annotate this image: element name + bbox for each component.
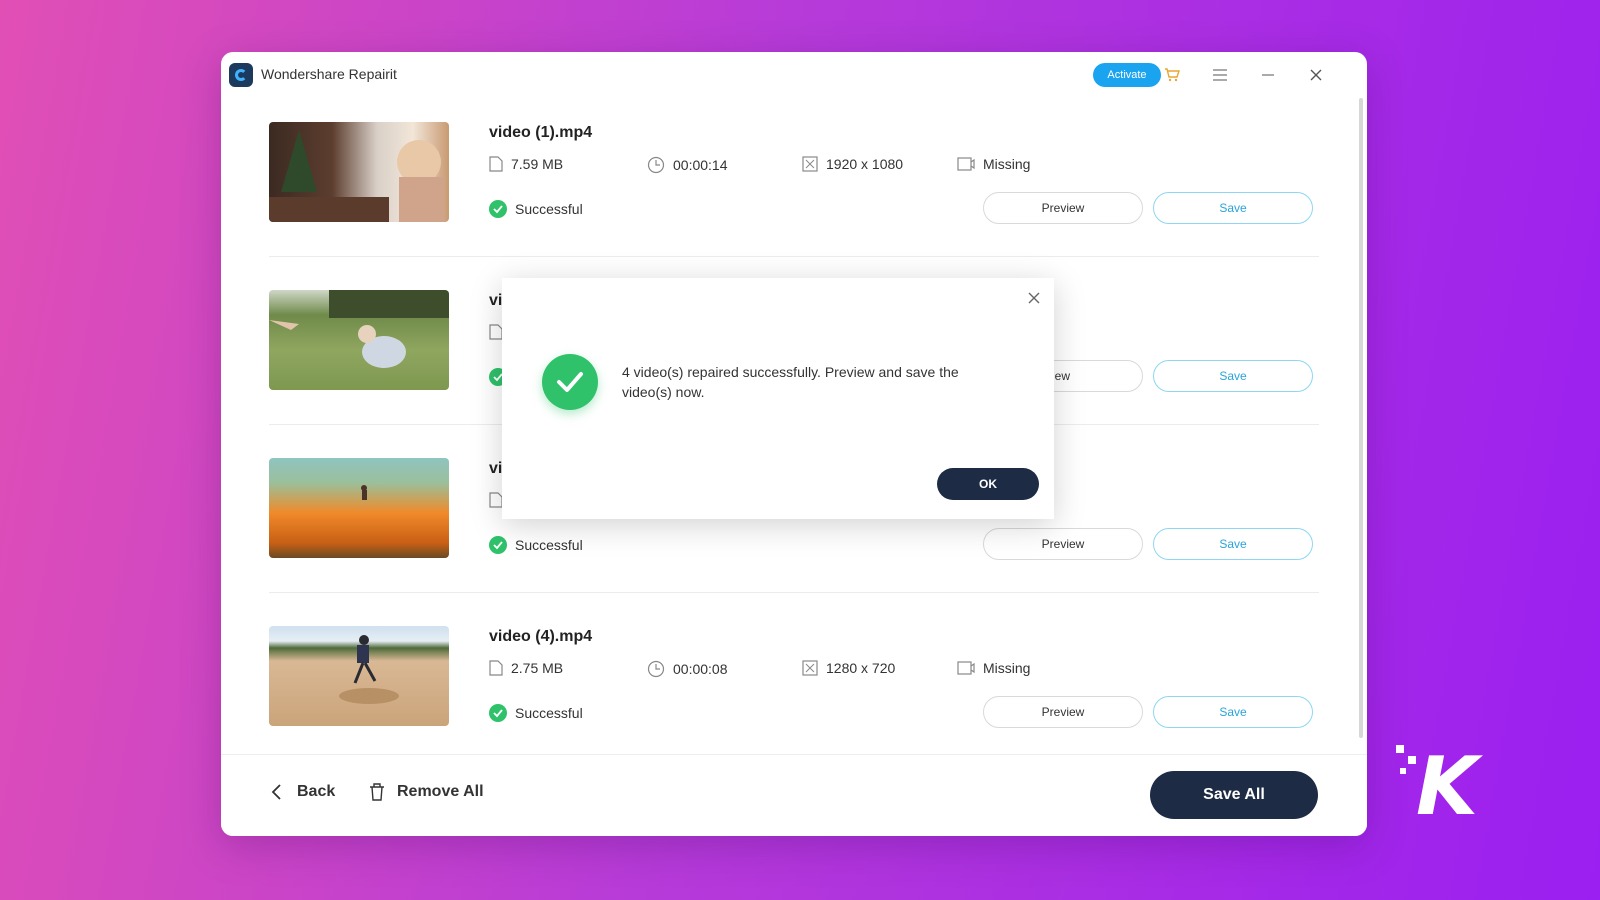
file-icon — [489, 492, 503, 508]
clock-icon — [647, 660, 665, 678]
resolution-icon — [802, 156, 818, 172]
file-icon — [489, 324, 503, 340]
video-thumbnail — [269, 122, 449, 222]
resolution: 1920 x 1080 — [802, 156, 903, 172]
file-size: 2.75 MB — [489, 660, 563, 676]
remove-all-button[interactable]: Remove All — [369, 783, 484, 801]
resolution: 1280 x 720 — [802, 660, 895, 676]
check-circle-icon — [489, 704, 507, 722]
menu-icon[interactable] — [1209, 64, 1231, 86]
bottom-bar: Back Remove All Save All — [221, 754, 1367, 836]
check-circle-icon — [489, 200, 507, 218]
preview-button[interactable]: Preview — [983, 696, 1143, 728]
save-button[interactable]: Save — [1153, 528, 1313, 560]
activate-button[interactable]: Activate — [1093, 63, 1161, 87]
audio-status: Missing — [957, 156, 1030, 172]
audio-icon — [957, 157, 975, 171]
file-name: vi — [489, 292, 503, 309]
repair-status: Successful — [489, 200, 583, 218]
clock-icon — [647, 156, 665, 174]
cart-icon[interactable] — [1161, 64, 1183, 86]
preview-button[interactable]: Preview — [983, 528, 1143, 560]
success-check-icon — [542, 354, 598, 410]
save-button[interactable]: Save — [1153, 360, 1313, 392]
minimize-icon[interactable] — [1257, 64, 1279, 86]
file-size: 7.59 MB — [489, 156, 563, 172]
audio-status: Missing — [957, 660, 1030, 676]
video-row: video (1).mp4 7.59 MB 00:00:14 1920 x 10… — [269, 122, 1319, 290]
ok-button[interactable]: OK — [937, 468, 1039, 500]
save-button[interactable]: Save — [1153, 192, 1313, 224]
chevron-left-icon — [271, 784, 281, 800]
save-button[interactable]: Save — [1153, 696, 1313, 728]
watermark-logo: K — [1396, 740, 1496, 833]
back-button[interactable]: Back — [271, 783, 335, 801]
title-bar: Wondershare Repairit Activate — [221, 52, 1367, 98]
video-thumbnail — [269, 290, 449, 390]
row-divider — [269, 256, 1319, 257]
repair-status: Successful — [489, 536, 583, 554]
row-divider — [269, 592, 1319, 593]
file-name: vi — [489, 460, 503, 477]
check-circle-icon — [489, 536, 507, 554]
save-all-button[interactable]: Save All — [1150, 771, 1318, 819]
video-thumbnail — [269, 458, 449, 558]
app-logo-icon — [229, 63, 253, 87]
close-window-icon[interactable] — [1305, 64, 1327, 86]
success-dialog: 4 video(s) repaired successfully. Previe… — [502, 278, 1054, 519]
file-icon — [489, 660, 503, 676]
trash-icon — [370, 783, 384, 801]
dialog-message: 4 video(s) repaired successfully. Previe… — [622, 364, 959, 400]
scrollbar[interactable] — [1359, 98, 1363, 738]
file-name: video (4).mp4 — [489, 628, 593, 645]
video-thumbnail — [269, 626, 449, 726]
duration: 00:00:08 — [647, 660, 728, 678]
app-window: Wondershare Repairit Activate video (1).… — [221, 52, 1367, 836]
resolution-icon — [802, 660, 818, 676]
app-title: Wondershare Repairit — [261, 66, 397, 82]
file-icon — [489, 156, 503, 172]
close-icon[interactable] — [1024, 288, 1044, 308]
preview-button[interactable]: Preview — [983, 192, 1143, 224]
audio-icon — [957, 661, 975, 675]
duration: 00:00:14 — [647, 156, 728, 174]
repair-status: Successful — [489, 704, 583, 722]
file-name: video (1).mp4 — [489, 124, 593, 141]
